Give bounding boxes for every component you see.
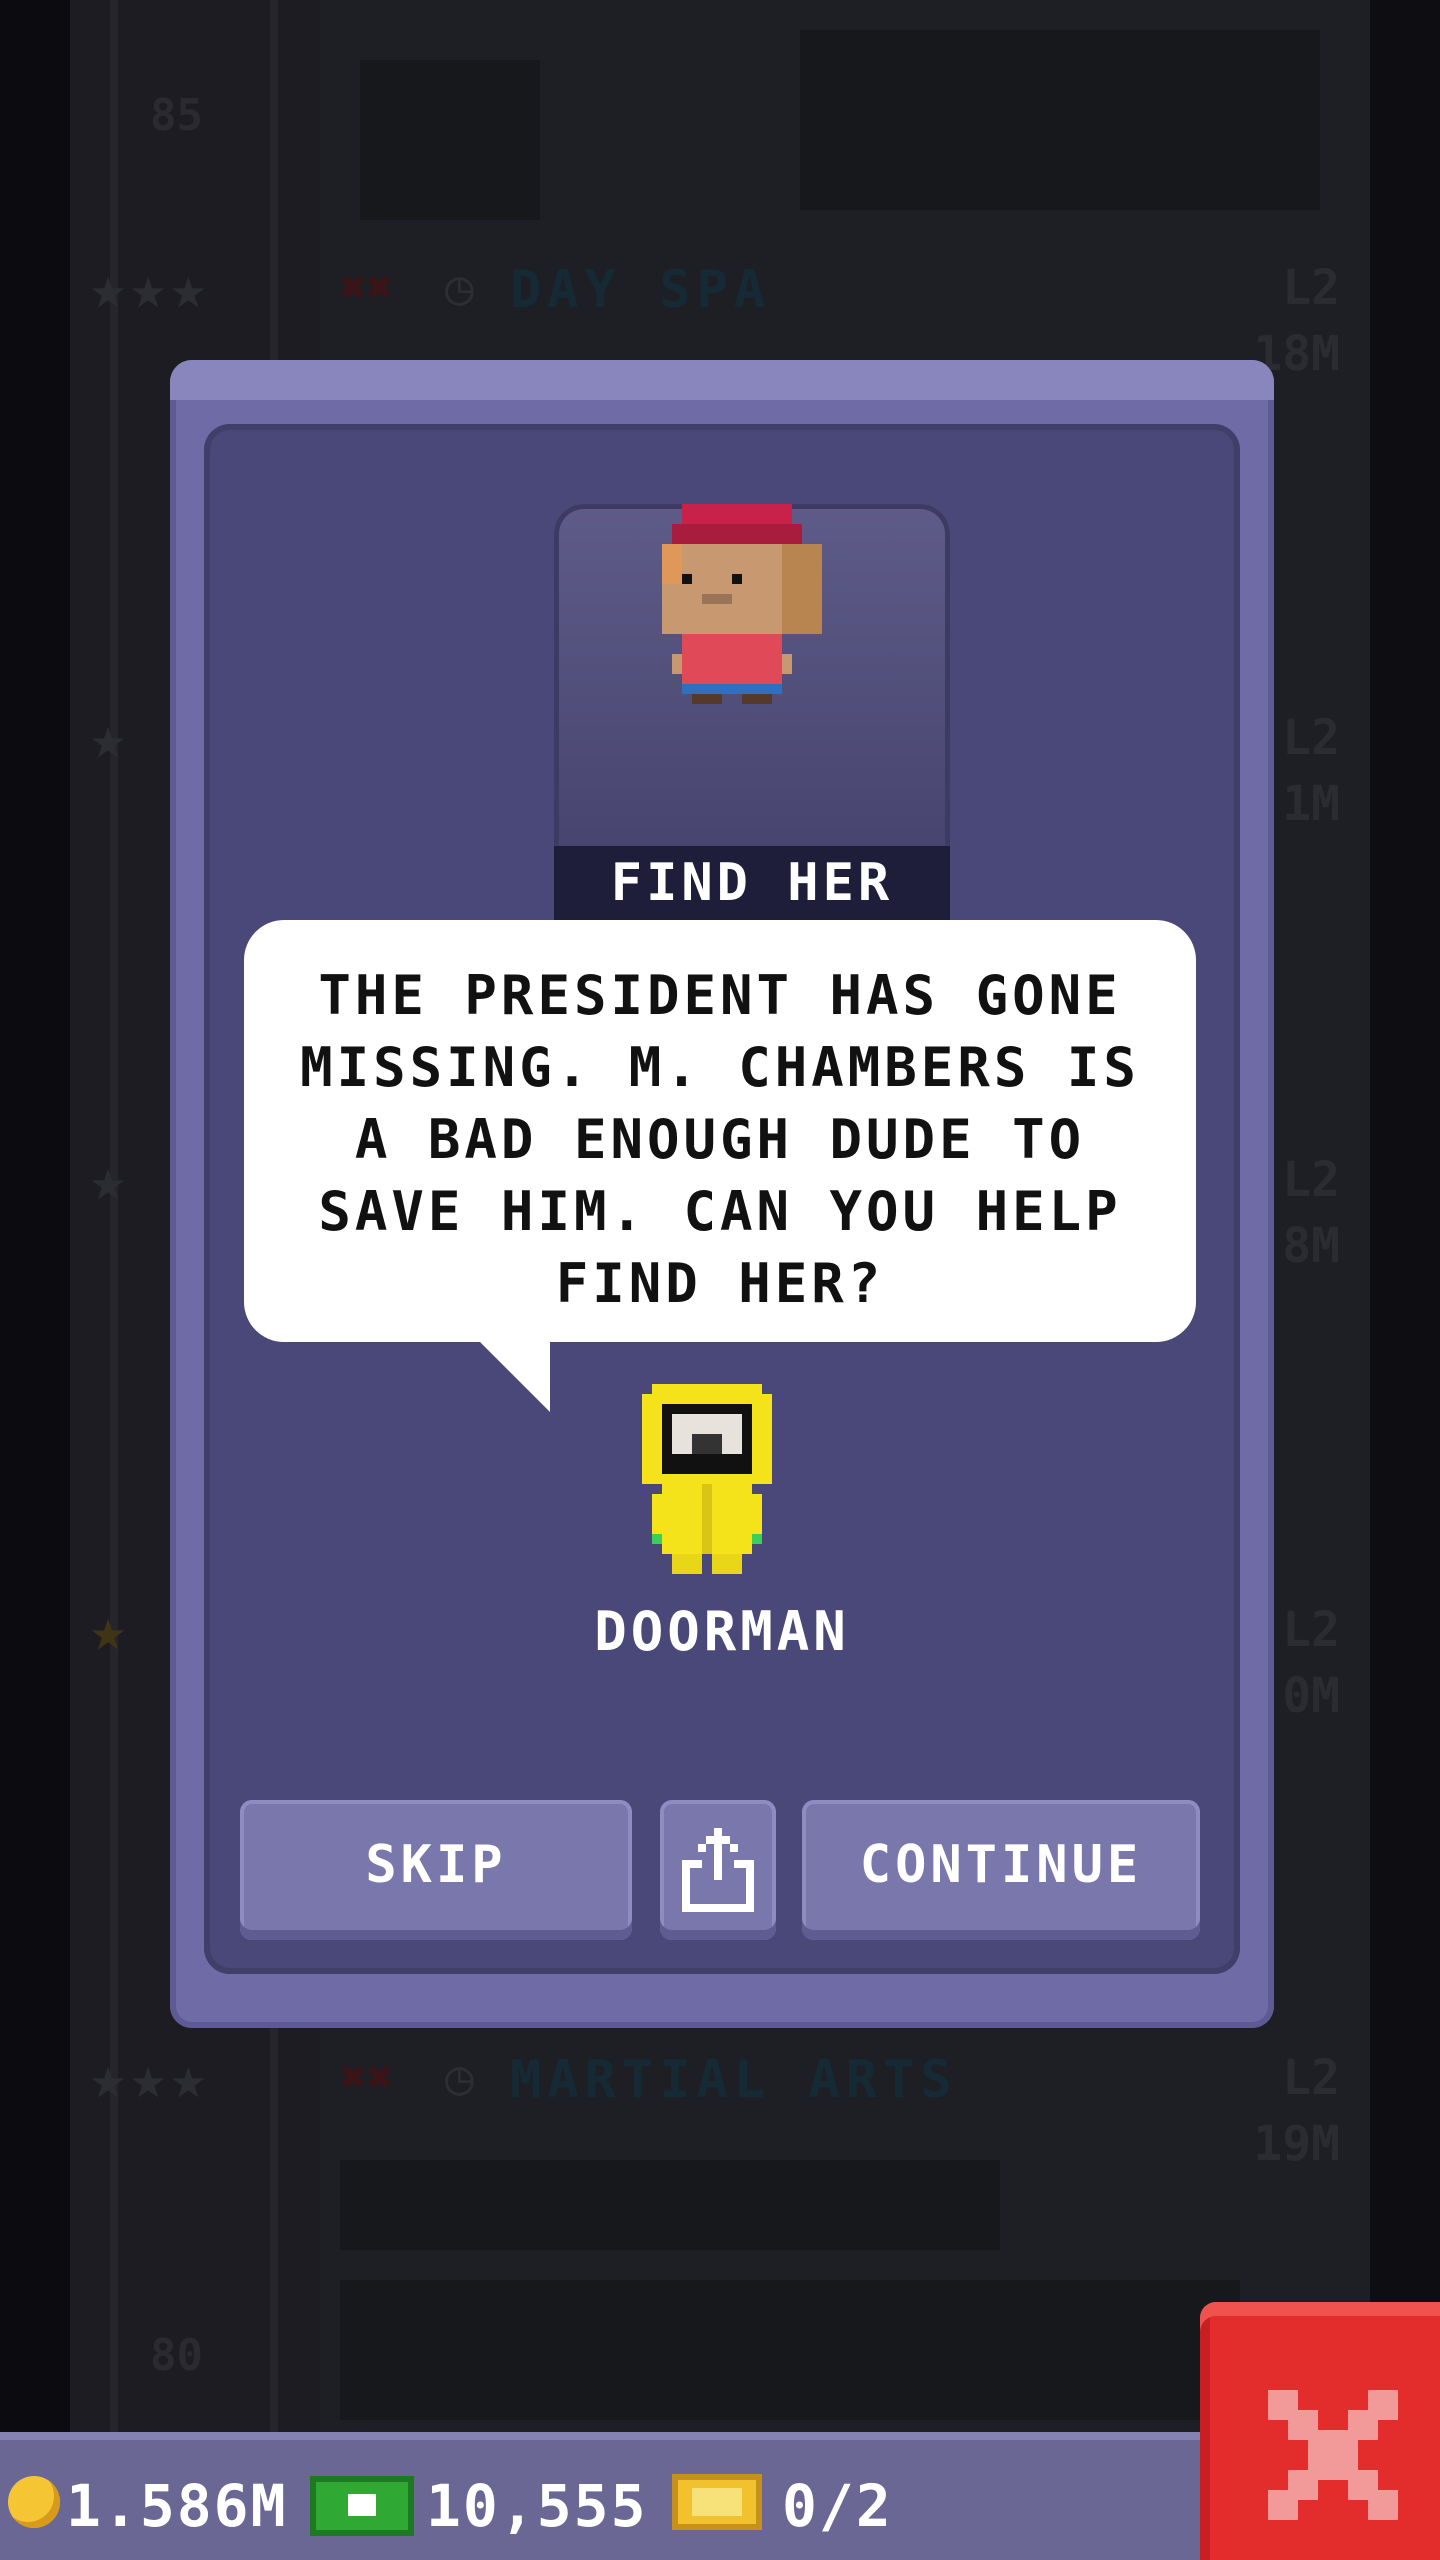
star-icon: ★ [90,1595,127,1665]
quest-message: THE PRESIDENT HAS GONE MISSING. M. CHAMB… [300,964,1140,1315]
shaft-rail [110,0,118,2560]
floor-name: DAY SPA [510,260,772,320]
floor-number: 80 [150,2330,203,2381]
coins-count: 1.586M [66,2472,288,2540]
star-icon: ★ [90,1145,127,1215]
star-icon: ★ [130,253,167,323]
close-button[interactable] [1200,2302,1440,2560]
share-button[interactable] [660,1800,776,1940]
floor-number: 85 [150,90,203,141]
tower-left-edge [0,0,70,2560]
out-of-stock-icon: ✖✖ [340,2052,393,2103]
speech-bubble-tail [480,1342,550,1412]
golden-ticket-icon [672,2474,762,2530]
status-bar: 1.586M 10,555 0/2 [0,2432,1200,2560]
floor-rating: ★ [90,708,130,768]
dialog-panel: FIND HER THE PRESIDENT HAS GONE MISSING.… [204,424,1240,1974]
doorman-sprite [642,1384,772,1574]
floor-level: L2 [1282,1152,1340,1208]
speaker-sprite [632,1384,802,1608]
floor-distance: 1M [1282,776,1340,832]
dialog-highlight [170,360,1274,400]
tower-right-edge [1370,0,1440,2560]
floor-row-day-spa[interactable]: ★★★ ✖✖ ◷ DAY SPA L2 18M [90,258,1360,382]
floor-rating: ★ [90,1600,130,1660]
floor-level: L2 [1282,260,1340,316]
skip-button[interactable]: SKIP [240,1800,632,1940]
floor-level: L2 [1282,710,1340,766]
tickets-count: 0/2 [782,2472,893,2540]
close-icon [1268,2390,1398,2520]
tower-bux-icon [310,2476,414,2536]
continue-button[interactable]: CONTINUE [802,1800,1200,1940]
floor-rating: ★★★ [90,258,210,318]
floor-distance: 0M [1282,1668,1340,1724]
star-icon: ★ [90,253,127,323]
room-furniture [340,2280,1240,2420]
floor-row-martial-arts[interactable]: ★★★ ✖✖ ◷ MARTIAL ARTS L2 19M [90,2048,1360,2172]
clock-icon: ◷ [445,2050,474,2106]
quest-dialog: FIND HER THE PRESIDENT HAS GONE MISSING.… [170,360,1274,2028]
star-icon: ★ [90,2043,127,2113]
room-furniture [340,2160,1000,2250]
floor-distance: 8M [1282,1218,1340,1274]
speaker-name: DOORMAN [594,1600,850,1663]
quest-title: FIND HER [554,846,950,920]
speech-bubble: THE PRESIDENT HAS GONE MISSING. M. CHAMB… [244,920,1196,1342]
star-icon: ★ [170,2043,207,2113]
floor-distance: 19M [1253,2116,1340,2172]
room-furniture [800,30,1320,210]
floor-level: L2 [1282,2050,1340,2106]
room-window [360,60,540,220]
floor-rating: ★★★ [90,2048,210,2108]
star-icon: ★ [170,253,207,323]
bux-count: 10,555 [426,2472,648,2540]
floor-name: MARTIAL ARTS [510,2050,958,2110]
floor-rating: ★ [90,1150,130,1210]
out-of-stock-icon: ✖✖ [340,262,393,313]
star-icon: ★ [90,703,127,773]
floor-level: L2 [1282,1602,1340,1658]
coin-icon [8,2476,60,2528]
president-sprite [662,504,822,704]
clock-icon: ◷ [445,260,474,316]
star-icon: ★ [130,2043,167,2113]
share-icon [682,1828,754,1912]
